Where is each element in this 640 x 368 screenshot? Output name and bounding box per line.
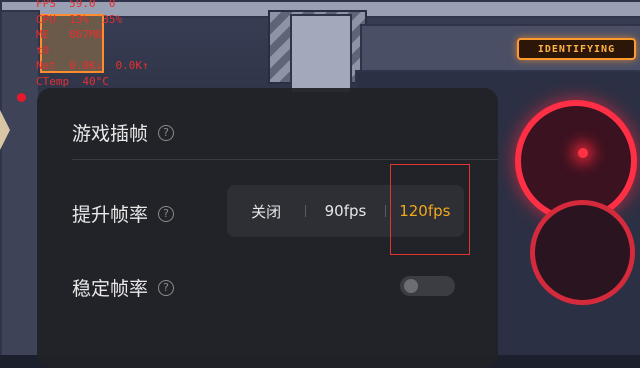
help-icon[interactable]: ?: [158, 205, 175, 222]
stable-fps-row: 稳定帧率 ?: [72, 274, 175, 301]
toggle-knob: [404, 279, 418, 293]
frame-interpolation-panel: 游戏插帧 ? 提升帧率 ? 关闭 90fps 120fps 稳定帧率 ?: [37, 88, 498, 368]
fps-option-off[interactable]: 关闭: [227, 201, 305, 222]
left-wall: [0, 10, 40, 355]
machine-block: [290, 14, 352, 94]
overlay-net-line: Net 0.0K↓ 0.0K↑: [36, 59, 149, 72]
divider: [72, 159, 498, 160]
panel-header: 游戏插帧 ?: [72, 119, 175, 146]
panel-title: 游戏插帧: [72, 123, 149, 145]
stable-fps-label: 稳定帧率: [72, 278, 149, 300]
overlay-cpu-line: CPU 13% 35%: [36, 12, 123, 26]
overlay-temp-line: CTemp 40°C: [36, 74, 109, 88]
stable-fps-toggle[interactable]: [400, 276, 455, 296]
overlay-t0-line: t0: [36, 43, 50, 57]
performance-overlay: FPS 59.0 0 CPU 13% 35% ME 867MB t0 Net 0…: [36, 0, 149, 89]
selection-highlight-box: [390, 164, 470, 255]
red-light: [578, 148, 588, 158]
overlay-fps-line: FPS 59.0 0: [36, 0, 116, 10]
record-indicator-icon: [17, 93, 26, 102]
boost-fps-row: 提升帧率 ?: [72, 200, 175, 227]
boost-fps-label: 提升帧率: [72, 204, 149, 226]
identifying-sign: IDENTIFYING: [517, 38, 636, 60]
help-icon[interactable]: ?: [158, 124, 175, 141]
red-reactor-lower: [530, 200, 635, 305]
overlay-mem-line: ME 867MB: [36, 28, 103, 41]
help-icon[interactable]: ?: [158, 279, 175, 296]
fps-option-90[interactable]: 90fps: [306, 202, 384, 220]
